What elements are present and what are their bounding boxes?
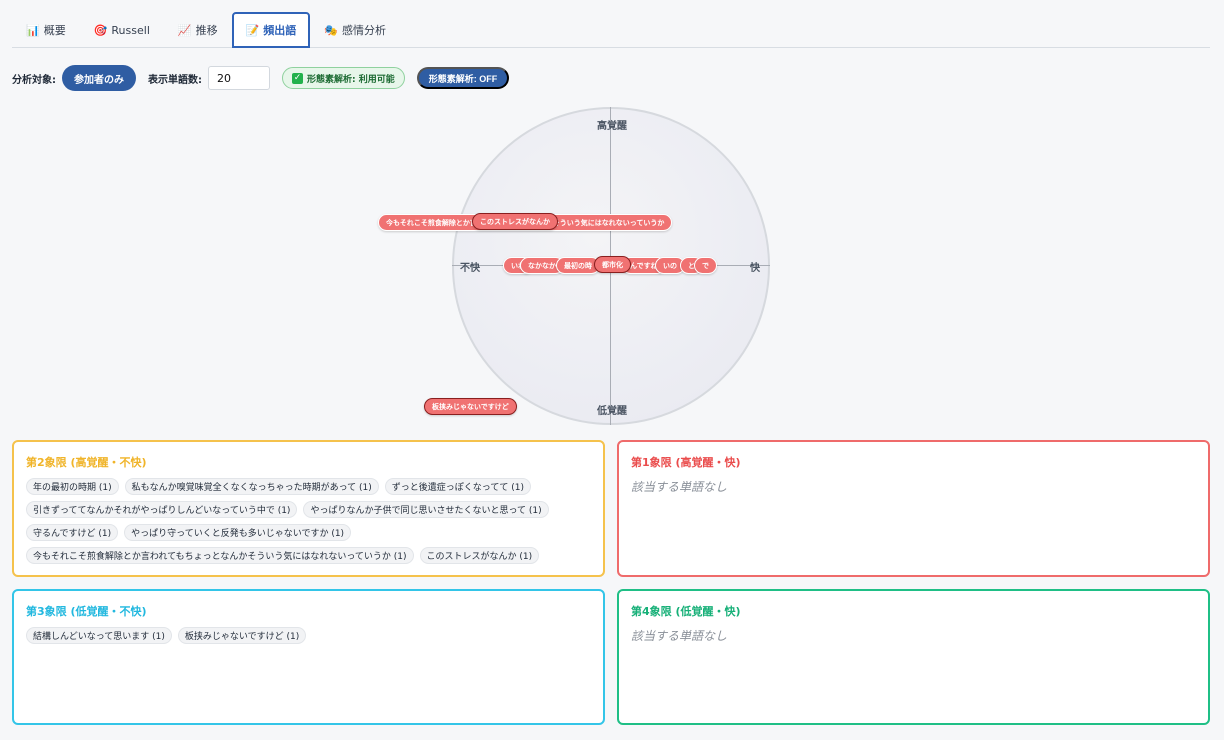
axis-label-high-arousal: 高覚醒: [597, 121, 627, 132]
quadrant-title: 第1象限 (高覚醒・快): [631, 456, 741, 469]
word-count-label: 表示単語数:: [148, 74, 202, 86]
word-chip: やっぱりなんか子供で同じ思いさせたくないと思って (1): [303, 501, 549, 518]
tab-label: 推移: [195, 24, 218, 37]
word-chip: やっぱり守っていくと反発も多いじゃないですか (1): [124, 524, 352, 541]
quadrant-3-card: 第3象限 (低覚醒・不快) 結構しんどいなって思います (1) 板挟みじゃないで…: [12, 589, 605, 725]
axis-label-unpleasant: 不快: [460, 263, 480, 274]
word-bubble[interactable]: で: [694, 257, 717, 274]
quadrant-2-card: 第2象限 (高覚醒・不快) 年の最初の時期 (1) 私もなんか嗅覚味覚全くなくな…: [12, 440, 605, 577]
masks-icon: 🎭: [324, 23, 338, 37]
word-chip: 板挟みじゃないですけど (1): [177, 627, 307, 644]
bar-chart-icon: 📊: [26, 23, 40, 37]
empty-message: 該当する単語なし: [631, 629, 728, 643]
quadrant-title: 第3象限 (低覚醒・不快): [26, 605, 147, 618]
word-chip: 年の最初の時期 (1): [26, 478, 119, 495]
quadrant-title: 第2象限 (高覚醒・不快): [26, 456, 147, 469]
tab-frequent-words[interactable]: 📝 頻出語: [231, 12, 311, 48]
quadrant-title: 第4象限 (低覚醒・快): [631, 605, 741, 618]
memo-icon: 📝: [245, 23, 260, 37]
tab-sentiment[interactable]: 🎭 感情分析: [310, 11, 400, 47]
word-chip: このストレスがなんか (1): [419, 547, 540, 564]
morph-status-text: 形態素解析: 利用可能: [307, 74, 395, 85]
word-chip-list: 結構しんどいなって思います (1) 板挟みじゃないですけど (1): [26, 627, 591, 644]
check-icon: ✓: [292, 72, 303, 84]
tab-label: 概要: [43, 24, 66, 37]
tab-overview[interactable]: 📊 概要: [12, 11, 80, 47]
target-icon: 🎯: [93, 23, 108, 37]
word-chip: 今もそれこそ煎食解除とか言われてもちょっとなんかそういう気にはなれないっていうか…: [26, 547, 414, 564]
axis-label-pleasant: 快: [750, 263, 760, 274]
morph-toggle-button[interactable]: 形態素解析: OFF: [416, 67, 510, 89]
word-chip: 引きずっててなんかそれがやっぱりしんどいなっていう中で (1): [26, 501, 298, 518]
word-chip: 結構しんどいなって思います (1): [26, 627, 172, 644]
word-bubble[interactable]: 都市化: [594, 256, 631, 273]
controls-bar: 分析対象: 参加者のみ 表示単語数: ✓ 形態素解析: 利用可能 形態素解析: O…: [12, 64, 510, 92]
tab-trend[interactable]: 📈 推移: [164, 11, 232, 47]
morph-status-badge: ✓ 形態素解析: 利用可能: [282, 67, 405, 89]
quadrant-4-card: 第4象限 (低覚醒・快) 該当する単語なし: [617, 589, 1210, 725]
tab-russell[interactable]: 🎯 Russell: [80, 11, 164, 47]
tab-label: Russell: [111, 23, 150, 37]
word-chip-list: 年の最初の時期 (1) 私もなんか嗅覚味覚全くなくなっちゃった時期があって (1…: [26, 478, 591, 564]
empty-message: 該当する単語なし: [631, 480, 728, 494]
word-chip: ずっと後遺症っぽくなってて (1): [384, 478, 531, 495]
word-chip: 守るんですけど (1): [26, 524, 119, 541]
target-select-button[interactable]: 参加者のみ: [62, 65, 136, 91]
target-label: 分析対象:: [12, 74, 56, 86]
word-count-input[interactable]: [208, 66, 270, 90]
word-chip: 私もなんか嗅覚味覚全くなくなっちゃった時期があって (1): [124, 478, 379, 495]
word-bubble[interactable]: このストレスがなんか: [472, 213, 558, 230]
tab-bar: 📊 概要 🎯 Russell 📈 推移 📝 頻出語 🎭 感情分析: [12, 10, 1210, 48]
quadrant-1-card: 第1象限 (高覚醒・快) 該当する単語なし: [617, 440, 1210, 577]
tab-label: 感情分析: [341, 24, 386, 37]
tab-label: 頻出語: [263, 24, 297, 37]
line-chart-icon: 📈: [177, 23, 192, 37]
word-bubble[interactable]: 板挟みじゃないですけど: [424, 398, 517, 415]
axis-label-low-arousal: 低覚醒: [597, 406, 627, 417]
